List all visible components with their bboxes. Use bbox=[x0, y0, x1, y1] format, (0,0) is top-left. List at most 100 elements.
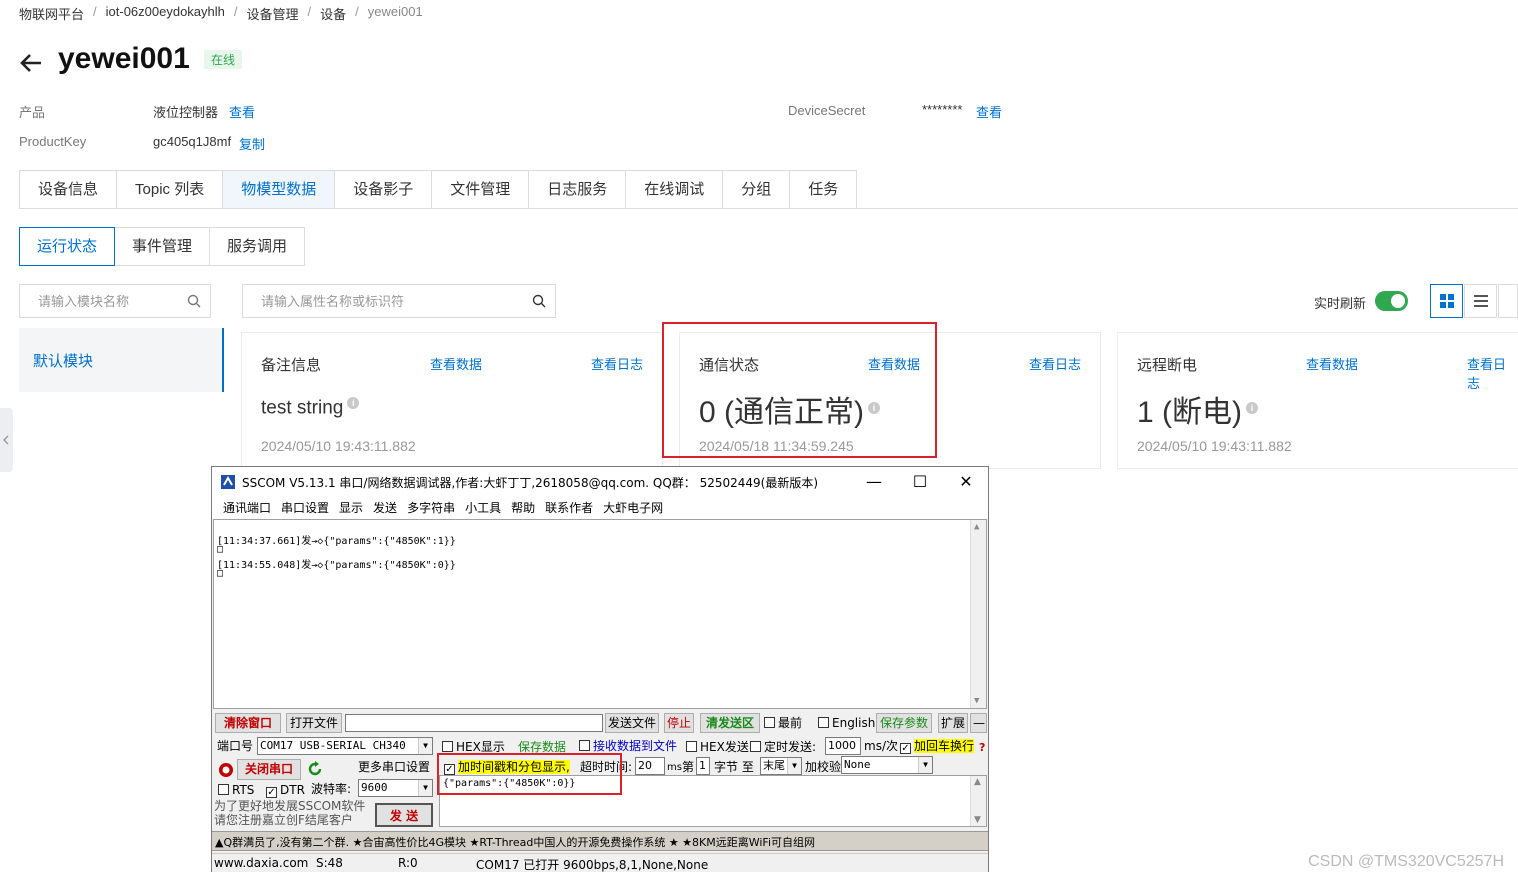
product-view-link[interactable]: 查看 bbox=[229, 102, 255, 121]
scroll-up-icon[interactable]: ▲ bbox=[974, 777, 981, 787]
menu-item-multi-string[interactable]: 多字符串 bbox=[402, 497, 460, 519]
card-view-log-link[interactable]: 查看日志 bbox=[1029, 354, 1081, 373]
close-icon[interactable]: ✕ bbox=[946, 470, 986, 494]
baud-select-value: 9600 bbox=[361, 781, 388, 794]
rts-checkbox[interactable]: RTS bbox=[218, 781, 254, 799]
menu-item-tools[interactable]: 小工具 bbox=[460, 497, 506, 519]
info-icon[interactable]: i bbox=[1246, 402, 1258, 414]
collapse-button[interactable]: — bbox=[970, 713, 987, 733]
byte-start-input[interactable]: 1 bbox=[696, 757, 710, 775]
refresh-icon[interactable] bbox=[307, 761, 323, 777]
tab-thing-model-data[interactable]: 物模型数据 bbox=[222, 170, 335, 209]
search-icon[interactable] bbox=[532, 294, 546, 308]
breadcrumb-item-instance[interactable]: iot-06z00eydokayhlh bbox=[106, 4, 225, 23]
tab-online-debug[interactable]: 在线调试 bbox=[625, 170, 723, 209]
highlight-box bbox=[437, 753, 622, 795]
card-value: test string i bbox=[261, 397, 360, 419]
property-search-input[interactable] bbox=[243, 285, 533, 317]
baud-select[interactable]: 9600 ▼ bbox=[358, 779, 433, 797]
subtab-service-call[interactable]: 服务调用 bbox=[209, 227, 306, 266]
tab-groups[interactable]: 分组 bbox=[722, 170, 790, 209]
productkey-copy-link[interactable]: 复制 bbox=[239, 134, 265, 153]
tab-device-info[interactable]: 设备信息 bbox=[19, 170, 117, 209]
crlf-checkbox[interactable]: ✓ 加回车换行 bbox=[900, 737, 975, 755]
property-card-remote-poweroff: 远程断电 查看数据 查看日志 1 (断电) i 2024/05/10 19:43:… bbox=[1118, 333, 1518, 468]
hex-send-label: HEX发送 bbox=[700, 740, 749, 754]
dtr-checkbox[interactable]: ✓ DTR bbox=[266, 781, 305, 799]
maximize-icon[interactable]: ☐ bbox=[900, 470, 940, 494]
tab-topic-list[interactable]: Topic 列表 bbox=[116, 170, 223, 209]
dtr-label: DTR bbox=[280, 783, 305, 797]
save-params-button[interactable]: 保存参数 bbox=[876, 713, 932, 733]
minimize-icon[interactable]: — bbox=[854, 470, 894, 494]
subtab-event-management[interactable]: 事件管理 bbox=[114, 227, 211, 266]
menu-item-daxia[interactable]: 大虾电子网 bbox=[598, 497, 668, 519]
topmost-checkbox[interactable]: 最前 bbox=[764, 714, 802, 732]
menu-item-comm-port[interactable]: 通讯端口 bbox=[218, 497, 276, 519]
more-settings-button[interactable]: 更多串口设置 bbox=[358, 758, 430, 776]
port-select[interactable]: COM17 USB-SERIAL CH340 ▼ bbox=[257, 737, 433, 755]
receive-area[interactable]: [11:34:37.661]发→◇{"params":{"4850K":1}} … bbox=[213, 519, 987, 709]
menu-item-display[interactable]: 显示 bbox=[334, 497, 368, 519]
subtab-runtime-status[interactable]: 运行状态 bbox=[19, 227, 116, 266]
receive-scrollbar[interactable]: ▲ ▼ bbox=[970, 520, 986, 708]
card-view-data-link[interactable]: 查看数据 bbox=[430, 354, 482, 373]
expand-button[interactable]: 扩展 bbox=[938, 713, 968, 733]
card-title: 备注信息 bbox=[261, 357, 322, 374]
scroll-down-icon[interactable]: ▼ bbox=[974, 696, 979, 706]
more-button[interactable] bbox=[1498, 284, 1518, 318]
module-search bbox=[19, 284, 211, 318]
log-line-end: □ bbox=[217, 544, 224, 555]
close-port-button[interactable]: 关闭串口 bbox=[237, 759, 301, 780]
news-ticker[interactable]: ▲Q群满员了,没有第二个群. ★合宙高性价比4G模块 ★RT-Thread中国人… bbox=[212, 831, 988, 851]
scroll-down-icon[interactable]: ▼ bbox=[974, 815, 981, 825]
tab-device-shadow[interactable]: 设备影子 bbox=[334, 170, 432, 209]
main-tabs: 设备信息 Topic 列表 物模型数据 设备影子 文件管理 日志服务 在线调试 … bbox=[19, 170, 858, 209]
card-view-data-link[interactable]: 查看数据 bbox=[1306, 354, 1358, 373]
send-file-button[interactable]: 发送文件 bbox=[605, 713, 659, 733]
port-label: 端口号 bbox=[217, 739, 254, 753]
stop-button[interactable]: 停止 bbox=[664, 713, 694, 733]
grid-view-button[interactable] bbox=[1430, 284, 1463, 318]
menu-item-contact[interactable]: 联系作者 bbox=[540, 497, 598, 519]
tab-tasks[interactable]: 任务 bbox=[789, 170, 858, 209]
hex-send-checkbox[interactable]: HEX发送 bbox=[686, 738, 749, 756]
tab-log-service[interactable]: 日志服务 bbox=[528, 170, 626, 209]
devicesecret-view-link[interactable]: 查看 bbox=[976, 102, 1002, 121]
menu-item-serial-settings[interactable]: 串口设置 bbox=[276, 497, 334, 519]
card-view-log-link[interactable]: 查看日志 bbox=[1467, 354, 1518, 392]
open-file-button[interactable]: 打开文件 bbox=[286, 713, 342, 733]
timed-send-checkbox[interactable]: 定时发送: bbox=[750, 738, 816, 756]
realtime-refresh-toggle[interactable] bbox=[1375, 291, 1408, 311]
search-icon[interactable] bbox=[187, 294, 201, 308]
timeout-input[interactable]: 20 bbox=[635, 757, 665, 775]
file-path-input[interactable] bbox=[345, 714, 603, 732]
window-titlebar[interactable]: SSCOM V5.13.1 串口/网络数据调试器,作者:大虾丁丁,2618058… bbox=[212, 467, 988, 497]
menu-item-help[interactable]: 帮助 bbox=[506, 497, 540, 519]
help-icon[interactable]: ? bbox=[979, 739, 985, 757]
english-checkbox[interactable]: English bbox=[818, 714, 875, 732]
sidebar-item-default-module[interactable]: 默认模块 bbox=[19, 328, 224, 392]
checksum-select[interactable]: None ▼ bbox=[841, 756, 933, 774]
chevron-left-icon bbox=[3, 435, 9, 445]
module-search-input[interactable] bbox=[20, 285, 190, 317]
clear-window-button[interactable]: 清除窗口 bbox=[215, 713, 281, 733]
scroll-up-icon[interactable]: ▲ bbox=[974, 522, 979, 532]
card-view-log-link[interactable]: 查看日志 bbox=[591, 354, 643, 373]
clear-send-button[interactable]: 清发送区 bbox=[700, 713, 760, 733]
end-select[interactable]: 末尾 ▼ bbox=[760, 757, 802, 775]
breadcrumb-item-devices[interactable]: 设备 bbox=[320, 4, 346, 23]
breadcrumb-item-platform[interactable]: 物联网平台 bbox=[19, 4, 84, 23]
sidebar-collapse-handle[interactable] bbox=[0, 408, 13, 472]
tab-file-management[interactable]: 文件管理 bbox=[431, 170, 529, 209]
list-view-button[interactable] bbox=[1464, 284, 1497, 318]
menu-item-send[interactable]: 发送 bbox=[368, 497, 402, 519]
status-website[interactable]: www.daxia.com bbox=[214, 856, 308, 870]
send-button[interactable]: 发 送 bbox=[375, 803, 433, 827]
info-icon[interactable]: i bbox=[347, 397, 360, 409]
breadcrumb-item-device-mgmt[interactable]: 设备管理 bbox=[247, 4, 299, 23]
interval-input[interactable]: 1000 bbox=[825, 737, 861, 755]
window-menubar: 通讯端口 串口设置 显示 发送 多字符串 小工具 帮助 联系作者 大虾电子网 bbox=[212, 497, 988, 519]
send-scrollbar[interactable]: ▲ ▼ bbox=[970, 776, 986, 826]
back-arrow-icon[interactable] bbox=[18, 50, 44, 76]
